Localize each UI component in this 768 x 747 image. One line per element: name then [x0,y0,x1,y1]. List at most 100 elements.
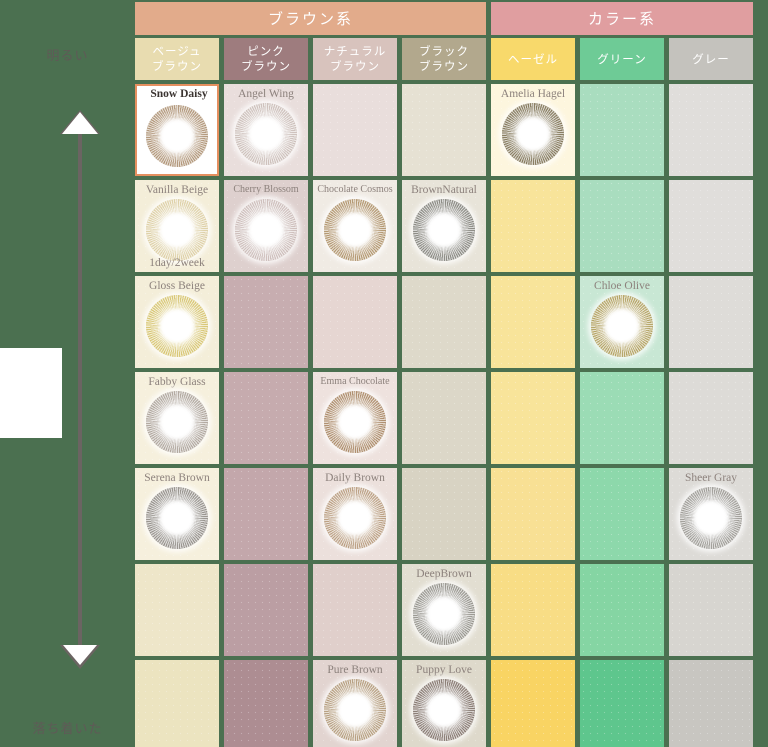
lens-cell-daily-brown[interactable]: Daily Brown [313,468,397,560]
texture-overlay [224,372,308,464]
lens-cell-gloss-beige[interactable]: Gloss Beige [135,276,219,368]
lens-swatch-icon [146,391,208,453]
category-label-line1: ブラック [419,44,469,58]
texture-overlay [580,372,664,464]
texture-overlay [669,372,753,464]
texture-overlay [491,660,575,747]
lens-name: Vanilla Beige [145,184,209,196]
category-label-line1: グリーン [597,51,647,66]
texture-overlay [402,372,486,464]
texture-overlay [669,660,753,747]
lens-name: Chocolate Cosmos [317,184,393,195]
lens-cell-chloe-olive[interactable]: Chloe Olive [580,276,664,368]
lens-name: Gloss Beige [149,280,205,292]
texture-overlay [669,180,753,272]
lens-cell-fabby-glass[interactable]: Fabby Glass [135,372,219,464]
lens-swatch-icon [413,583,475,645]
category-label-line2: ブラウン [419,59,469,73]
lens-name: Cherry Blossom [233,184,299,195]
lens-cell-puppy-love[interactable]: Puppy Love [402,660,486,747]
category-label-line1: ピンク [247,44,285,58]
texture-overlay [224,468,308,560]
arrow-down-inner-icon [63,645,97,665]
lens-cell-snow-daisy[interactable]: Snow Daisy [135,84,219,176]
lens-cell-empty [402,468,486,560]
category-header-5[interactable]: ヘーゼル [491,38,575,80]
category-header-6[interactable]: グリーン [580,38,664,80]
texture-overlay [313,564,397,656]
lens-swatch-icon [146,295,208,357]
lens-name: Amelia Hagel [500,88,566,100]
lens-cell-deepbrown[interactable]: DeepBrown [402,564,486,656]
lens-pupil [146,199,208,261]
lens-cell-sheer-gray[interactable]: Sheer Gray [669,468,753,560]
chart-grid: ブラウン系 カラー系 ベージュ ブラウン ピンク ブラウン ナチュラル ブラウン ブラック ブラ… [135,0,768,747]
lens-swatch-icon [324,199,386,261]
lens-cell-empty [224,372,308,464]
lens-pupil [324,199,386,261]
lens-cell-empty [402,276,486,368]
lens-cell-empty [669,180,753,272]
lens-swatch-icon [235,199,297,261]
category-header-2[interactable]: ピンク ブラウン [224,38,308,80]
lens-swatch-icon [502,103,564,165]
lens-cell-empty [135,660,219,747]
lens-cell-serena-brown[interactable]: Serena Brown [135,468,219,560]
lens-cell-amelia-hagel[interactable]: Amelia Hagel [491,84,575,176]
lens-pupil [146,391,208,453]
side-tab[interactable] [0,348,62,438]
lens-cell-angel-wing[interactable]: Angel Wing [224,84,308,176]
lens-cell-cherry-blossom[interactable]: Cherry Blossom [224,180,308,272]
lens-cell-pure-brown[interactable]: Pure Brown [313,660,397,747]
lens-pupil [324,679,386,741]
axis-label-bright: 明るい [46,49,89,64]
lens-cell-empty [491,372,575,464]
texture-overlay [224,564,308,656]
lens-cell-empty [669,372,753,464]
lens-pupil [413,583,475,645]
lens-swatch-icon [324,391,386,453]
lens-name: BrownNatural [411,184,477,196]
lens-cell-empty [402,372,486,464]
lens-cell-empty [224,564,308,656]
axis-label-calm: 落ち着いた [32,722,103,737]
lens-pupil [146,295,208,357]
lens-swatch-icon [146,199,208,261]
lens-cell-empty [491,564,575,656]
lens-cell-vanilla-beige[interactable]: Vanilla Beige 1day/2week [135,180,219,272]
lens-pupil [146,487,208,549]
lens-cell-empty [669,660,753,747]
category-header-3[interactable]: ナチュラル ブラウン [313,38,397,80]
lens-name: Fabby Glass [148,376,206,388]
texture-overlay [313,84,397,176]
lens-pupil [413,679,475,741]
lens-cell-chocolate-cosmos[interactable]: Chocolate Cosmos [313,180,397,272]
category-label-line2: ブラウン [241,59,291,73]
texture-overlay [580,180,664,272]
lens-pupil [502,103,564,165]
lens-pupil [680,487,742,549]
lens-cell-empty [135,564,219,656]
lens-cell-brownnatural[interactable]: BrownNatural [402,180,486,272]
lens-swatch-icon [324,487,386,549]
lens-name: Snow Daisy [150,88,208,100]
lens-pupil [146,105,208,167]
lens-swatch-icon [146,105,208,167]
category-header-4[interactable]: ブラック ブラウン [402,38,486,80]
arrow-up-inner-icon [62,112,98,134]
lens-cell-empty [491,180,575,272]
group-header: ブラウン系 [135,2,486,35]
lens-pupil [235,103,297,165]
category-header-7[interactable]: グレー [669,38,753,80]
lens-name: Sheer Gray [684,472,738,484]
texture-overlay [135,564,219,656]
lens-swatch-icon [413,199,475,261]
lens-cell-emma-chocolate[interactable]: Emma Chocolate [313,372,397,464]
category-label-line1: ヘーゼル [508,51,558,66]
lens-name: Serena Brown [144,472,210,484]
category-header-1[interactable]: ベージュ ブラウン [135,38,219,80]
lens-color-chart: 明るい 落ち着いた ブラウン系 カラー系 ベージュ ブラウン ピンク ブラウン ナチュラル… [0,0,768,747]
texture-overlay [491,468,575,560]
lens-pupil [591,295,653,357]
texture-overlay [402,468,486,560]
